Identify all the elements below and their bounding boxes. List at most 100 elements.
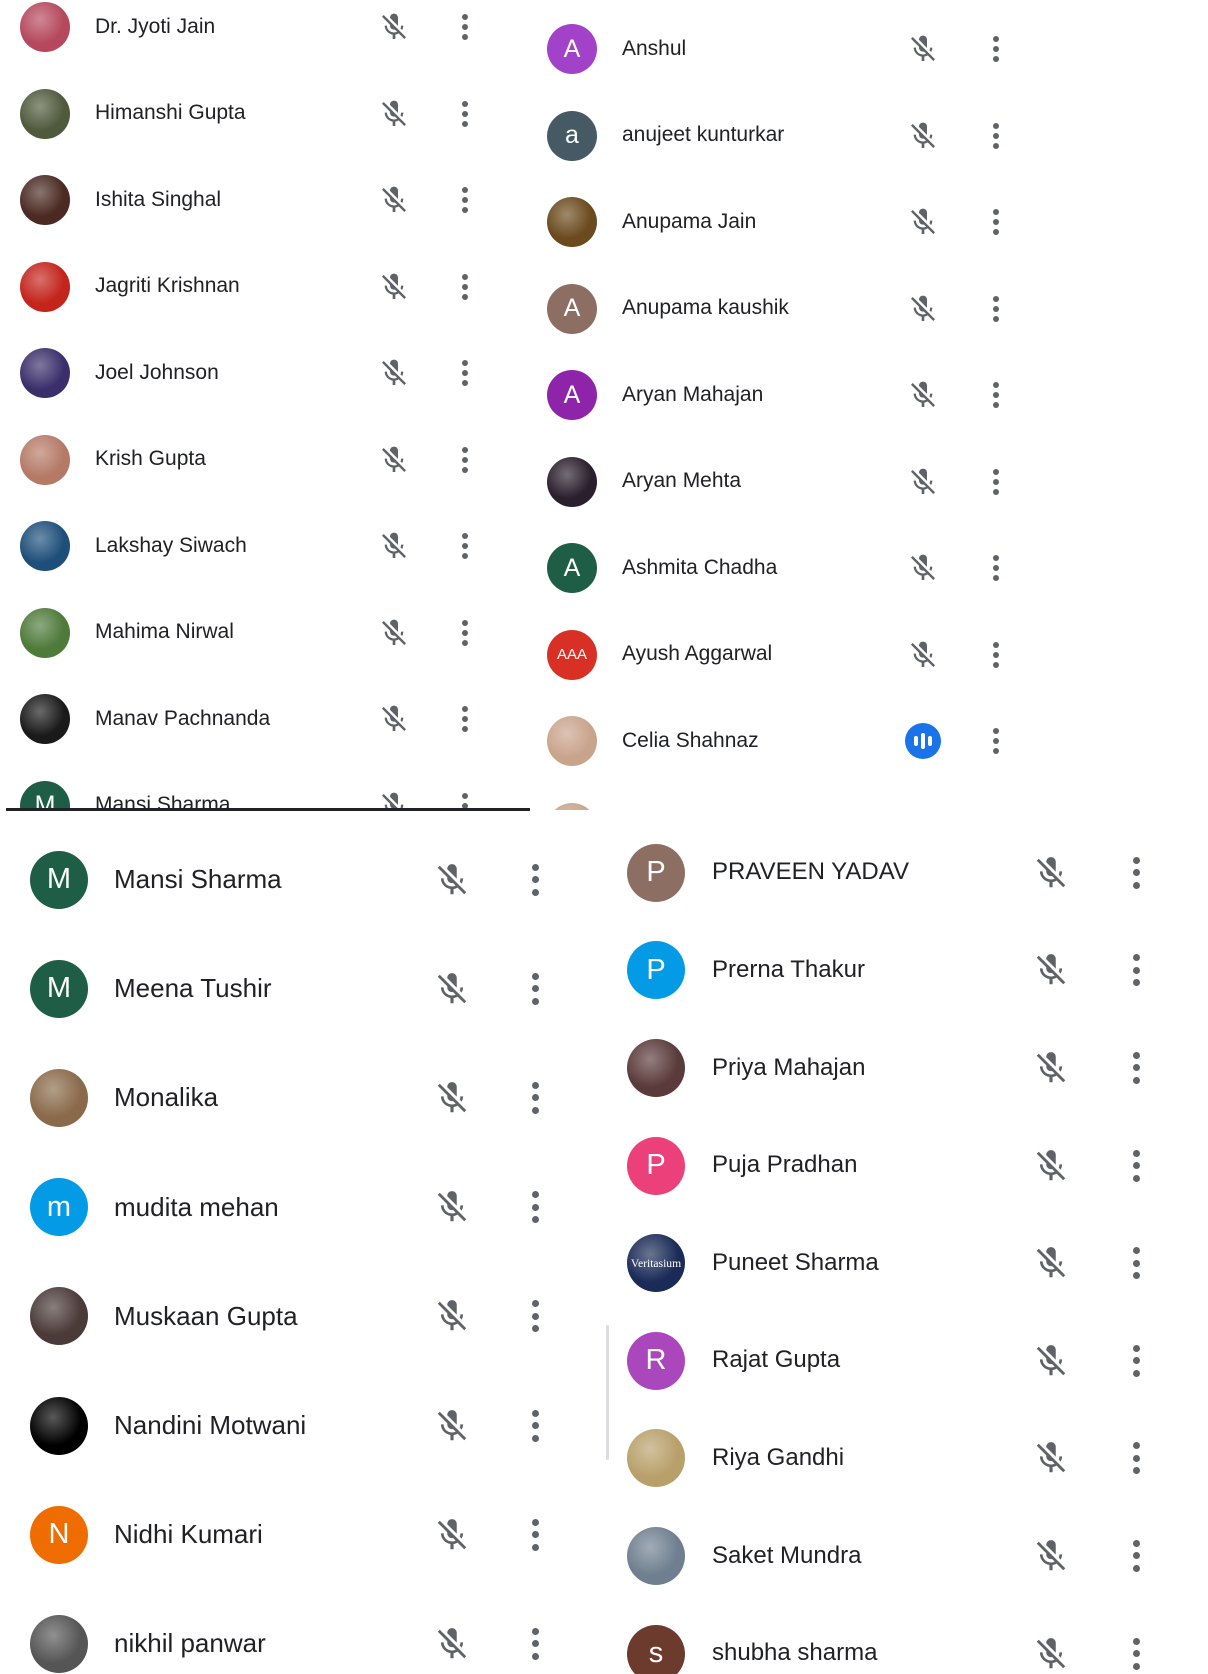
mic-off-icon[interactable] [433, 1079, 471, 1122]
more-options-icon[interactable] [993, 728, 999, 755]
mic-off-icon[interactable] [378, 271, 410, 308]
more-options-icon[interactable] [462, 273, 468, 300]
more-options-icon[interactable] [1132, 856, 1140, 889]
mic-off-icon[interactable] [378, 357, 410, 394]
mic-off-icon[interactable] [1032, 1342, 1070, 1385]
mic-off-icon[interactable] [433, 1407, 471, 1450]
participant-row[interactable]: M Meena Tushir [0, 934, 600, 1043]
mic-off-icon[interactable] [378, 617, 410, 654]
mic-off-icon[interactable] [433, 1188, 471, 1231]
participant-row[interactable]: A Anshul [520, 6, 1208, 93]
mic-off-icon[interactable] [907, 379, 939, 416]
participant-row[interactable]: Ishita Singhal [0, 157, 500, 244]
more-options-icon[interactable] [531, 972, 539, 1005]
scrollbar[interactable] [606, 1325, 609, 1460]
more-options-icon[interactable] [1132, 1149, 1140, 1182]
participant-row[interactable]: A Aryan Mahajan [520, 352, 1208, 439]
more-options-icon[interactable] [993, 468, 999, 495]
mic-off-icon[interactable] [1032, 1439, 1070, 1482]
participant-row[interactable]: Muskaan Gupta [0, 1262, 600, 1371]
participant-row[interactable]: Joel Johnson [0, 330, 500, 417]
participant-row[interactable]: Dr. Jyoti Jain [0, 0, 500, 71]
mic-off-icon[interactable] [1032, 1537, 1070, 1580]
more-options-icon[interactable] [993, 555, 999, 582]
more-options-icon[interactable] [531, 1409, 539, 1442]
more-options-icon[interactable] [462, 360, 468, 387]
more-options-icon[interactable] [531, 1300, 539, 1333]
more-options-icon[interactable] [993, 122, 999, 149]
more-options-icon[interactable] [993, 209, 999, 236]
more-options-icon[interactable] [462, 187, 468, 214]
mic-off-icon[interactable] [1032, 1049, 1070, 1092]
more-options-icon[interactable] [462, 533, 468, 560]
participant-row[interactable]: Riya Gandhi [600, 1410, 1208, 1508]
participant-row[interactable]: P PRAVEEN YADAV [600, 824, 1208, 922]
participant-row[interactable]: a anujeet kunturkar [520, 93, 1208, 180]
mic-off-icon[interactable] [433, 1516, 471, 1559]
participant-row[interactable]: Nandini Motwani [0, 1371, 600, 1480]
participant-row[interactable]: Celia Shahnaz [520, 698, 1208, 785]
mic-off-icon[interactable] [907, 206, 939, 243]
mic-off-icon[interactable] [378, 703, 410, 740]
participant-row[interactable]: AAA Ayush Aggarwal [520, 612, 1208, 699]
more-options-icon[interactable] [531, 1191, 539, 1224]
more-options-icon[interactable] [462, 100, 468, 127]
mic-off-icon[interactable] [1032, 951, 1070, 994]
more-options-icon[interactable] [1132, 1344, 1140, 1377]
more-options-icon[interactable] [993, 641, 999, 668]
participant-row[interactable]: Veritasium Puneet Sharma [600, 1214, 1208, 1312]
participant-row[interactable]: M Mansi Sharma [0, 763, 500, 810]
more-options-icon[interactable] [462, 446, 468, 473]
more-options-icon[interactable] [1132, 1247, 1140, 1280]
participant-row[interactable]: A Ashmita Chadha [520, 525, 1208, 612]
more-options-icon[interactable] [531, 1081, 539, 1114]
participant-row[interactable]: Monalika [0, 1043, 600, 1152]
participant-row[interactable]: N Nidhi Kumari [0, 1480, 600, 1589]
more-options-icon[interactable] [993, 295, 999, 322]
mic-off-icon[interactable] [1032, 1244, 1070, 1287]
participant-row[interactable]: Anupama Jain [520, 179, 1208, 266]
participant-row[interactable]: s shubha sharma [600, 1605, 1208, 1674]
participant-row[interactable]: P Prerna Thakur [600, 922, 1208, 1020]
mic-off-icon[interactable] [907, 639, 939, 676]
participant-row[interactable]: R Rajat Gupta [600, 1312, 1208, 1410]
participant-row[interactable]: Priya Mahajan [600, 1019, 1208, 1117]
participant-row[interactable]: A Anupama kaushik [520, 266, 1208, 353]
more-options-icon[interactable] [993, 36, 999, 63]
participant-row[interactable]: M Mansi Sharma [0, 825, 600, 934]
mic-off-icon[interactable] [907, 33, 939, 70]
mic-off-icon[interactable] [378, 98, 410, 135]
participant-row[interactable]: m mudita mehan [0, 1153, 600, 1262]
mic-off-icon[interactable] [433, 1297, 471, 1340]
more-options-icon[interactable] [531, 863, 539, 896]
mic-off-icon[interactable] [907, 120, 939, 157]
more-options-icon[interactable] [462, 619, 468, 646]
mic-off-icon[interactable] [1032, 1147, 1070, 1190]
mic-off-icon[interactable] [378, 11, 410, 48]
mic-off-icon[interactable] [1032, 1635, 1070, 1674]
more-options-icon[interactable] [462, 706, 468, 733]
more-options-icon[interactable] [1132, 954, 1140, 987]
participant-row[interactable]: Himanshi Gupta [0, 71, 500, 158]
more-options-icon[interactable] [1132, 1539, 1140, 1572]
mic-off-icon[interactable] [433, 970, 471, 1013]
participant-row[interactable]: Celia Shahnaz [520, 785, 1208, 810]
participant-row[interactable]: Manav Pachnanda [0, 676, 500, 763]
participant-row[interactable]: Saket Mundra [600, 1507, 1208, 1605]
more-options-icon[interactable] [531, 1627, 539, 1660]
more-options-icon[interactable] [1132, 1637, 1140, 1670]
mic-off-icon[interactable] [433, 1625, 471, 1668]
mic-off-icon[interactable] [1032, 854, 1070, 897]
more-options-icon[interactable] [993, 382, 999, 409]
mic-off-icon[interactable] [433, 861, 471, 904]
participant-row[interactable]: nikhil panwar [0, 1589, 600, 1674]
mic-off-icon[interactable] [378, 530, 410, 567]
more-options-icon[interactable] [462, 14, 468, 41]
participant-row[interactable]: Mahima Nirwal [0, 590, 500, 677]
mic-off-icon[interactable] [907, 293, 939, 330]
mic-off-icon[interactable] [378, 184, 410, 221]
participant-row[interactable]: P Puja Pradhan [600, 1117, 1208, 1215]
mic-off-icon[interactable] [907, 466, 939, 503]
more-options-icon[interactable] [1132, 1442, 1140, 1475]
mic-off-icon[interactable] [378, 444, 410, 481]
